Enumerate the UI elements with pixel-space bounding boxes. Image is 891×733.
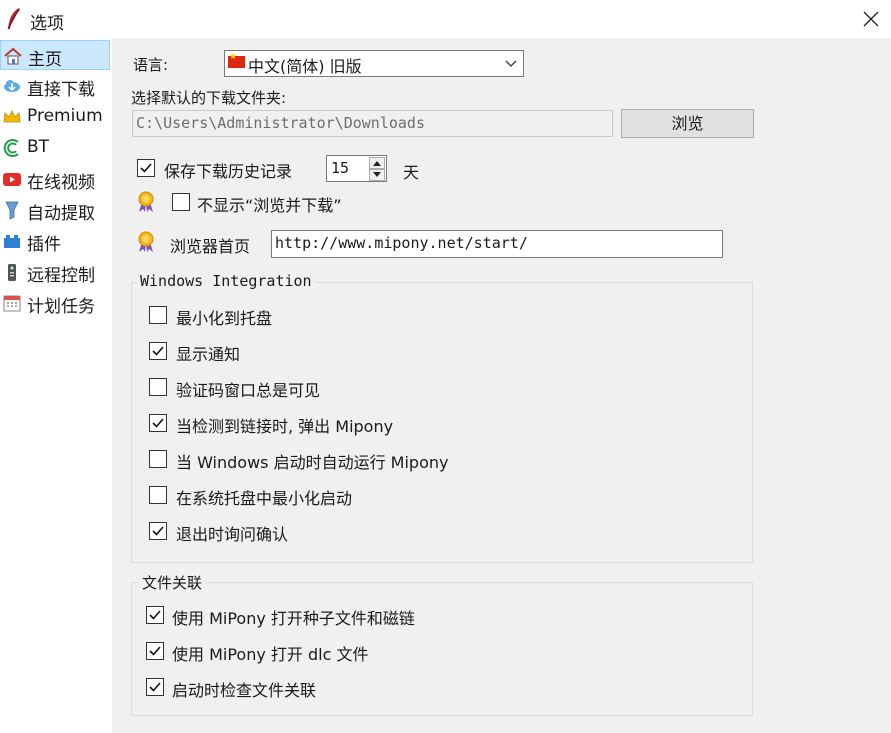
history-days-value: 15 bbox=[331, 159, 350, 177]
download-folder-label: 选择默认的下载文件夹: bbox=[131, 89, 287, 107]
captcha-always-visible-checkbox[interactable] bbox=[149, 378, 167, 396]
checkmark-icon bbox=[149, 646, 161, 656]
sidebar-item-scheduled-tasks[interactable]: 计划任务 bbox=[0, 288, 110, 318]
youtube-icon bbox=[3, 173, 21, 186]
save-history-label: 保存下载历史记录 bbox=[164, 162, 293, 181]
sidebar-item-label: Premium bbox=[27, 106, 103, 126]
sidebar-item-auto-extract[interactable]: 自动提取 bbox=[0, 195, 110, 225]
days-unit-label: 天 bbox=[403, 163, 420, 182]
checkmark-icon bbox=[152, 418, 164, 428]
autostart-checkbox[interactable] bbox=[149, 450, 167, 468]
captcha-always-visible-label: 验证码窗口总是可见 bbox=[176, 381, 321, 400]
popup-on-link-label: 当检测到链接时, 弹出 Mipony bbox=[176, 417, 394, 436]
open-torrent-magnet-checkbox[interactable] bbox=[146, 606, 164, 624]
sidebar: 主页 直接下载 Premium BT 在线视频 自动提取 插件 远程控制 计划任… bbox=[0, 38, 112, 733]
checkmark-icon bbox=[149, 682, 161, 692]
confirm-exit-label: 退出时询问确认 bbox=[176, 525, 289, 544]
china-flag-icon bbox=[228, 52, 245, 68]
premium-ribbon-icon bbox=[138, 231, 154, 252]
file-association-legend: 文件关联 bbox=[139, 572, 206, 593]
sidebar-item-home[interactable]: 主页 bbox=[0, 40, 110, 70]
sidebar-item-label: 主页 bbox=[28, 50, 62, 70]
sidebar-item-label: 计划任务 bbox=[27, 297, 95, 317]
premium-ribbon-icon bbox=[138, 191, 154, 212]
confirm-exit-checkbox[interactable] bbox=[149, 522, 167, 540]
sidebar-item-bt[interactable]: BT bbox=[0, 133, 110, 163]
browser-homepage-label: 浏览器首页 bbox=[170, 237, 251, 256]
language-selected-value: 中文(简体) 旧版 bbox=[248, 57, 362, 76]
sidebar-item-direct-download[interactable]: 直接下载 bbox=[0, 71, 110, 101]
plugin-icon bbox=[4, 235, 20, 248]
autostart-label: 当 Windows 启动时自动运行 Mipony bbox=[176, 453, 449, 472]
sidebar-item-premium[interactable]: Premium bbox=[0, 102, 110, 132]
triangle-up-icon bbox=[373, 161, 381, 166]
minimize-to-tray-label: 最小化到托盘 bbox=[176, 309, 273, 328]
show-notifications-checkbox[interactable] bbox=[149, 342, 167, 360]
browser-homepage-input[interactable]: http://www.mipony.net/start/ bbox=[271, 230, 723, 258]
sidebar-item-plugins[interactable]: 插件 bbox=[0, 226, 110, 256]
calendar-icon bbox=[3, 295, 21, 312]
windows-integration-legend: Windows Integration bbox=[137, 272, 315, 290]
language-select[interactable]: 中文(简体) 旧版 bbox=[224, 50, 524, 77]
start-minimized-label: 在系统托盘中最小化启动 bbox=[176, 489, 353, 508]
sidebar-item-label: 在线视频 bbox=[27, 173, 95, 193]
stepper-up-button[interactable] bbox=[369, 157, 385, 169]
browse-button[interactable]: 浏览 bbox=[621, 109, 754, 138]
sidebar-item-label: BT bbox=[27, 137, 50, 157]
check-association-checkbox[interactable] bbox=[146, 678, 164, 696]
hide-browse-checkbox[interactable] bbox=[172, 193, 190, 211]
bittorrent-icon bbox=[3, 139, 19, 157]
minimize-to-tray-checkbox[interactable] bbox=[149, 306, 167, 324]
sidebar-item-remote-control[interactable]: 远程控制 bbox=[0, 257, 110, 287]
sidebar-item-label: 自动提取 bbox=[27, 204, 95, 224]
checkmark-icon bbox=[152, 526, 164, 536]
close-icon bbox=[863, 11, 879, 27]
close-button[interactable] bbox=[852, 0, 891, 38]
check-association-label: 启动时检查文件关联 bbox=[172, 681, 317, 700]
open-torrent-magnet-label: 使用 MiPony 打开种子文件和磁链 bbox=[172, 609, 415, 628]
chevron-down-icon bbox=[505, 60, 517, 67]
show-notifications-label: 显示通知 bbox=[176, 345, 241, 364]
sidebar-item-label: 远程控制 bbox=[27, 266, 95, 286]
remote-icon bbox=[8, 264, 16, 281]
stepper-down-button[interactable] bbox=[369, 169, 385, 181]
app-feather-icon bbox=[7, 8, 20, 30]
checkmark-icon bbox=[152, 346, 164, 356]
title-bar: 选项 bbox=[0, 0, 891, 38]
hide-browse-label: 不显示“浏览并下载” bbox=[197, 196, 342, 215]
save-history-checkbox[interactable] bbox=[137, 159, 155, 177]
crown-icon bbox=[3, 110, 21, 123]
download-folder-field[interactable]: C:\Users\Administrator\Downloads bbox=[132, 110, 613, 137]
funnel-icon bbox=[5, 201, 19, 220]
sidebar-item-label: 直接下载 bbox=[27, 80, 95, 100]
open-dlc-label: 使用 MiPony 打开 dlc 文件 bbox=[172, 645, 369, 664]
history-days-stepper[interactable]: 15 bbox=[326, 155, 387, 182]
triangle-down-icon bbox=[373, 172, 381, 177]
sidebar-item-label: 插件 bbox=[27, 235, 61, 255]
start-minimized-checkbox[interactable] bbox=[149, 486, 167, 504]
cloud-download-icon bbox=[4, 80, 20, 92]
open-dlc-checkbox[interactable] bbox=[146, 642, 164, 660]
checkmark-icon bbox=[140, 163, 152, 173]
sidebar-item-online-video[interactable]: 在线视频 bbox=[0, 164, 110, 194]
window-title: 选项 bbox=[30, 14, 64, 34]
checkmark-icon bbox=[149, 610, 161, 620]
home-icon bbox=[4, 47, 22, 65]
language-label: 语言: bbox=[133, 56, 169, 74]
popup-on-link-checkbox[interactable] bbox=[149, 414, 167, 432]
